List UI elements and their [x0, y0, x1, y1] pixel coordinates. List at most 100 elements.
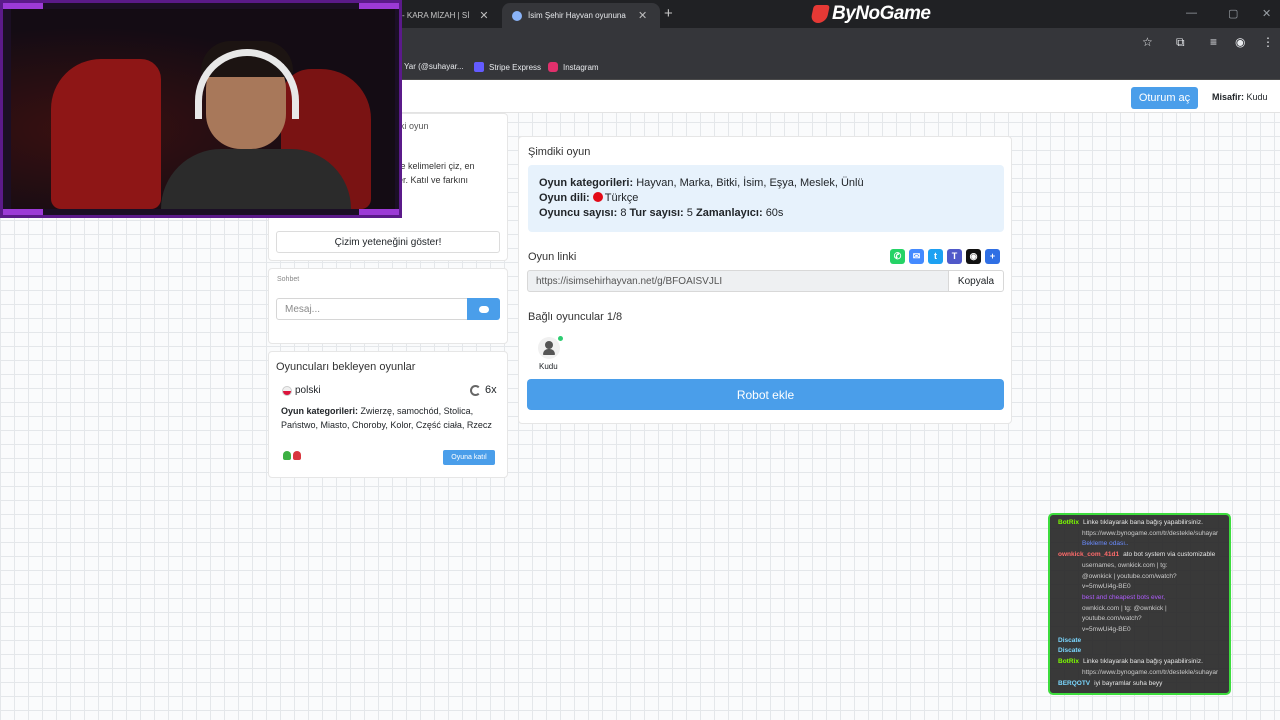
bookmark-label: Yar (@suhayar...: [404, 62, 464, 71]
chat-username: BotRix: [1058, 658, 1079, 666]
chat-username: Discate: [1058, 636, 1082, 644]
extensions-icon[interactable]: ⧉: [1176, 35, 1185, 50]
game-categories: Oyun kategorileri: Zwierzę, samochód, St…: [281, 405, 497, 432]
rounds-value: 5: [686, 207, 693, 219]
bynogame-logo: ByNoGame: [810, 2, 931, 26]
player-avatar[interactable]: [538, 337, 560, 359]
game-language: polski: [295, 385, 321, 396]
chat-text: Bekleme odası..: [1082, 540, 1129, 548]
close-window-icon[interactable]: ✕: [1262, 7, 1271, 20]
plus-icon[interactable]: +: [985, 249, 1000, 264]
chat-text: Linke tıklayarak bana bağış yapabilirsin…: [1082, 519, 1203, 526]
add-robot-button[interactable]: Robot ekle: [527, 379, 1004, 410]
restore-icon[interactable]: ▢: [1228, 7, 1238, 20]
stream-chat-message: BotRix Linke tıklayarak bana bağış yapabi…: [1058, 518, 1203, 528]
connected-players-title: Bağlı oyuncular 1/8: [528, 311, 623, 323]
bynogame-mark-icon: [810, 5, 830, 23]
new-tab-icon[interactable]: +: [664, 5, 673, 22]
stream-chat-message: https://www.bynogame.com/tr/destekle/suh…: [1058, 529, 1218, 539]
chat-message-input[interactable]: [276, 298, 468, 320]
bookmark-label: Stripe Express: [489, 62, 542, 72]
twitter-icon[interactable]: t: [928, 249, 943, 264]
frame-corner: [359, 209, 399, 215]
brand-text: ByNoGame: [832, 3, 931, 24]
chat-text: iyi bayramlar suha beyy: [1094, 679, 1163, 687]
gaming-chair: [51, 59, 161, 209]
globe-icon: [512, 10, 522, 21]
stripe-icon: [474, 62, 484, 72]
stream-chat-message: Discate: [1058, 646, 1085, 656]
players-value: 8: [620, 207, 627, 219]
guest-indicator: Misafir: Kudu: [1212, 92, 1268, 102]
frame-corner: [3, 3, 43, 9]
categories-label: Oyun kategorileri:: [539, 177, 634, 189]
webcam-feed: [11, 9, 395, 209]
stream-chat-message: Bekleme odası..: [1058, 539, 1129, 549]
menu-icon[interactable]: ⋮: [1262, 35, 1274, 49]
language-value: Türkçe: [604, 192, 639, 204]
stream-chat-message: best and cheapest bots ever,: [1058, 593, 1165, 603]
stream-chat-message: BotRix Linke tıklayarak bana bağış yapabi…: [1058, 657, 1203, 667]
chat-text: ownkick.com | tg: @ownkick |: [1082, 604, 1167, 612]
rounds-value: 6x: [485, 384, 497, 396]
user-icon: [545, 341, 553, 349]
profile-icon[interactable]: ◉: [1235, 35, 1245, 49]
user-icon-body: [543, 349, 555, 355]
game-link-field[interactable]: [527, 270, 949, 292]
guest-name: Kudu: [1246, 92, 1268, 102]
close-tab-icon[interactable]: ✕: [638, 9, 647, 22]
stream-chat-message: ownkick_com_41d1 ato bot system via custo…: [1058, 550, 1215, 560]
webcam-overlay: [0, 0, 402, 218]
rounds-label: Tur sayısı:: [629, 207, 684, 219]
players-label: Oyuncu sayısı:: [539, 207, 618, 219]
bookmark-instagram[interactable]: Instagram: [548, 62, 599, 72]
tab-isim-sehir-hayvan[interactable]: İsim Şehir Hayvan oyununa katıl ✕: [502, 3, 660, 28]
frame-corner: [3, 209, 43, 215]
media-icon[interactable]: ≡: [1210, 35, 1217, 49]
chat-username: BERQOTV: [1058, 679, 1091, 687]
chat-text: youtube.com/watch?: [1082, 615, 1142, 623]
copy-link-button[interactable]: Kopyala: [948, 270, 1004, 292]
stream-chat-overlay: BotRix Linke tıklayarak bana bağış yapabi…: [1048, 513, 1231, 695]
chat-username: ownkick_com_41d1: [1058, 551, 1120, 559]
login-button[interactable]: Oturum aç: [1131, 87, 1198, 109]
chat-text: https://www.bynogame.com/tr/destekle/suh…: [1082, 529, 1219, 537]
streamer-body: [161, 149, 351, 209]
draw-game-button[interactable]: Çizim yeteneğini göster!: [276, 231, 500, 253]
minimize-icon[interactable]: —: [1186, 7, 1197, 19]
instagram-icon: [548, 62, 558, 72]
chat-username: Discate: [1058, 647, 1082, 655]
stream-chat-message: v=5mwUi4g-BE0: [1058, 582, 1131, 592]
player-slot-icon: [293, 451, 301, 460]
chat-text: https://www.bynogame.com/tr/destekle/suh…: [1082, 668, 1219, 676]
whatsapp-icon[interactable]: ✆: [890, 249, 905, 264]
chat-send-button[interactable]: [467, 298, 500, 320]
rounds-icon: [470, 384, 481, 396]
intro-text-line2: er. Katıl ve farkını: [398, 175, 469, 185]
stream-chat-message: @ownkick | youtube.com/watch?: [1058, 572, 1177, 582]
stream-chat-message: BERQOTV iyi bayramlar suha beyy: [1058, 679, 1162, 689]
categories-label: Oyun kategorileri:: [281, 406, 359, 416]
bookmark-stripe[interactable]: Stripe Express: [474, 62, 541, 72]
chat-title: Sohbet: [277, 276, 300, 283]
chat-text: Linke tıklayarak bana bağış yapabilirsin…: [1082, 658, 1203, 666]
player-slot-icon: [283, 451, 291, 460]
waiting-games-title: Oyuncuları bekleyen oyunlar: [276, 361, 416, 373]
join-game-button[interactable]: Oyuna katıl: [443, 450, 495, 465]
comment-icon: [478, 305, 489, 313]
timer-value: 60s: [765, 207, 784, 219]
messenger-icon[interactable]: ✉: [909, 249, 924, 264]
player-name: Kudu: [539, 362, 558, 371]
chat-text: v=5mwUi4g-BE0: [1082, 583, 1131, 591]
teams-icon[interactable]: T: [947, 249, 962, 264]
bookmark-star-icon[interactable]: ☆: [1142, 35, 1153, 49]
info-settings: Oyuncu sayısı: 8 Tur sayısı: 5 Zamanlayı…: [539, 207, 783, 219]
intro-title: ki oyun: [400, 121, 429, 131]
stream-chat-message: v=5mwUi4g-BE0: [1058, 625, 1131, 635]
close-tab-icon[interactable]: ✕: [479, 9, 488, 22]
bookmark-label: Instagram: [563, 62, 599, 72]
snapchat-icon[interactable]: ◉: [966, 249, 981, 264]
chat-text: @ownkick | youtube.com/watch?: [1082, 572, 1177, 580]
tab-kara-mizah[interactable]: - KARA MİZAH | Sİ ✕: [392, 3, 502, 28]
bookmark-suhayar[interactable]: Yar (@suhayar...: [404, 62, 464, 71]
